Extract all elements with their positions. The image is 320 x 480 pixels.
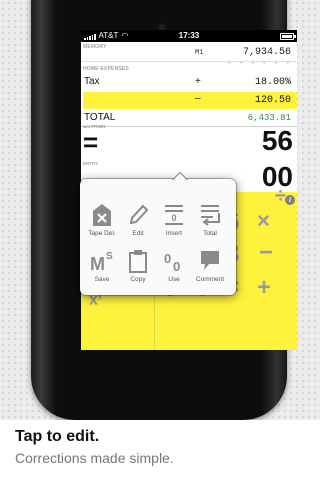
- memory-save-icon: MS: [90, 251, 113, 273]
- entry-label: ENTRY: [83, 161, 99, 166]
- popup-label-total: Total: [203, 230, 217, 237]
- memory-register: M1: [195, 49, 204, 57]
- memory-label: MEMORY: [83, 44, 107, 50]
- result-value: 56: [261, 125, 293, 156]
- popup-pointer: [172, 172, 188, 180]
- popup-label-use: Use: [168, 276, 180, 283]
- key-plus[interactable]: +: [257, 276, 271, 300]
- status-bar: AT&T ◠ 17:33: [81, 30, 297, 42]
- total-icon: [201, 205, 220, 226]
- comment-button[interactable]: Comment: [192, 249, 228, 283]
- tape-edit-popup: Tape Del. Edit 0 Insert Total MS Save Co…: [80, 172, 236, 295]
- info-icon[interactable]: i: [285, 195, 295, 205]
- popup-label-edit: Edit: [132, 230, 144, 237]
- marketing-caption: Tap to edit. Corrections made simple.: [0, 420, 320, 480]
- tape-row-tax[interactable]: Tax + 18.00%: [81, 74, 297, 91]
- popup-label-insert: Insert: [165, 230, 183, 237]
- tape-row-operator: –: [195, 93, 201, 104]
- tape-row-operator: +: [195, 76, 201, 87]
- tape-delete-button[interactable]: Tape Del.: [84, 203, 120, 237]
- popup-label-save: Save: [94, 276, 110, 283]
- popup-label-comment: Comment: [195, 276, 225, 283]
- svg-text:0: 0: [173, 259, 180, 273]
- tape-delete-icon: [93, 204, 111, 226]
- calculation-tape[interactable]: MEMORY M1 7,934.56 HOME EXPENSES - - - -…: [81, 42, 297, 126]
- svg-text:0: 0: [164, 251, 171, 266]
- caption-subtitle: Corrections made simple.: [15, 450, 174, 466]
- caption-title: Tap to edit.: [15, 428, 100, 445]
- tape-row-value: 18.00%: [254, 77, 291, 88]
- key-divide[interactable]: ÷: [275, 186, 286, 206]
- tape-row-selected[interactable]: – 120.50: [83, 92, 297, 109]
- edit-button[interactable]: Edit: [120, 203, 156, 237]
- total-button[interactable]: Total: [192, 203, 228, 237]
- tape-separator: - - - - - -: [227, 59, 291, 68]
- svg-text:M: M: [90, 254, 105, 273]
- carrier-label: AT&T: [98, 31, 119, 40]
- svg-text:0: 0: [171, 213, 176, 223]
- key-multiply[interactable]: ×: [257, 210, 270, 232]
- battery-icon: [280, 32, 296, 40]
- popup-label-copy: Copy: [130, 276, 146, 283]
- tape-row-total[interactable]: TOTAL 6,433.81: [81, 110, 297, 126]
- pencil-icon: [129, 204, 149, 225]
- popup-label-tape-delete: Tape Del.: [88, 230, 116, 237]
- clipboard-icon: [129, 250, 147, 273]
- tape-row-value: 6,433.81: [247, 113, 291, 123]
- comment-icon: [201, 251, 219, 270]
- memory-value: 7,934.56: [242, 47, 291, 58]
- signal-icon: [84, 33, 96, 40]
- use-value-icon: 00: [164, 251, 180, 273]
- save-button[interactable]: MS Save: [84, 249, 120, 283]
- tape-row-label: Tax: [84, 76, 100, 87]
- wifi-icon: ◠: [121, 31, 129, 40]
- svg-text:S: S: [106, 251, 113, 262]
- key-minus[interactable]: −: [259, 241, 273, 265]
- equals-indicator: =: [83, 127, 99, 157]
- insert-icon: 0: [165, 205, 183, 225]
- copy-button[interactable]: Copy: [120, 249, 156, 283]
- tape-row-label: TOTAL: [84, 112, 116, 123]
- insert-button[interactable]: 0 Insert: [156, 203, 192, 237]
- use-button[interactable]: 00 Use: [156, 249, 192, 283]
- tape-section-label: HOME EXPENSES: [83, 66, 129, 72]
- tape-row-value: 120.50: [254, 95, 291, 106]
